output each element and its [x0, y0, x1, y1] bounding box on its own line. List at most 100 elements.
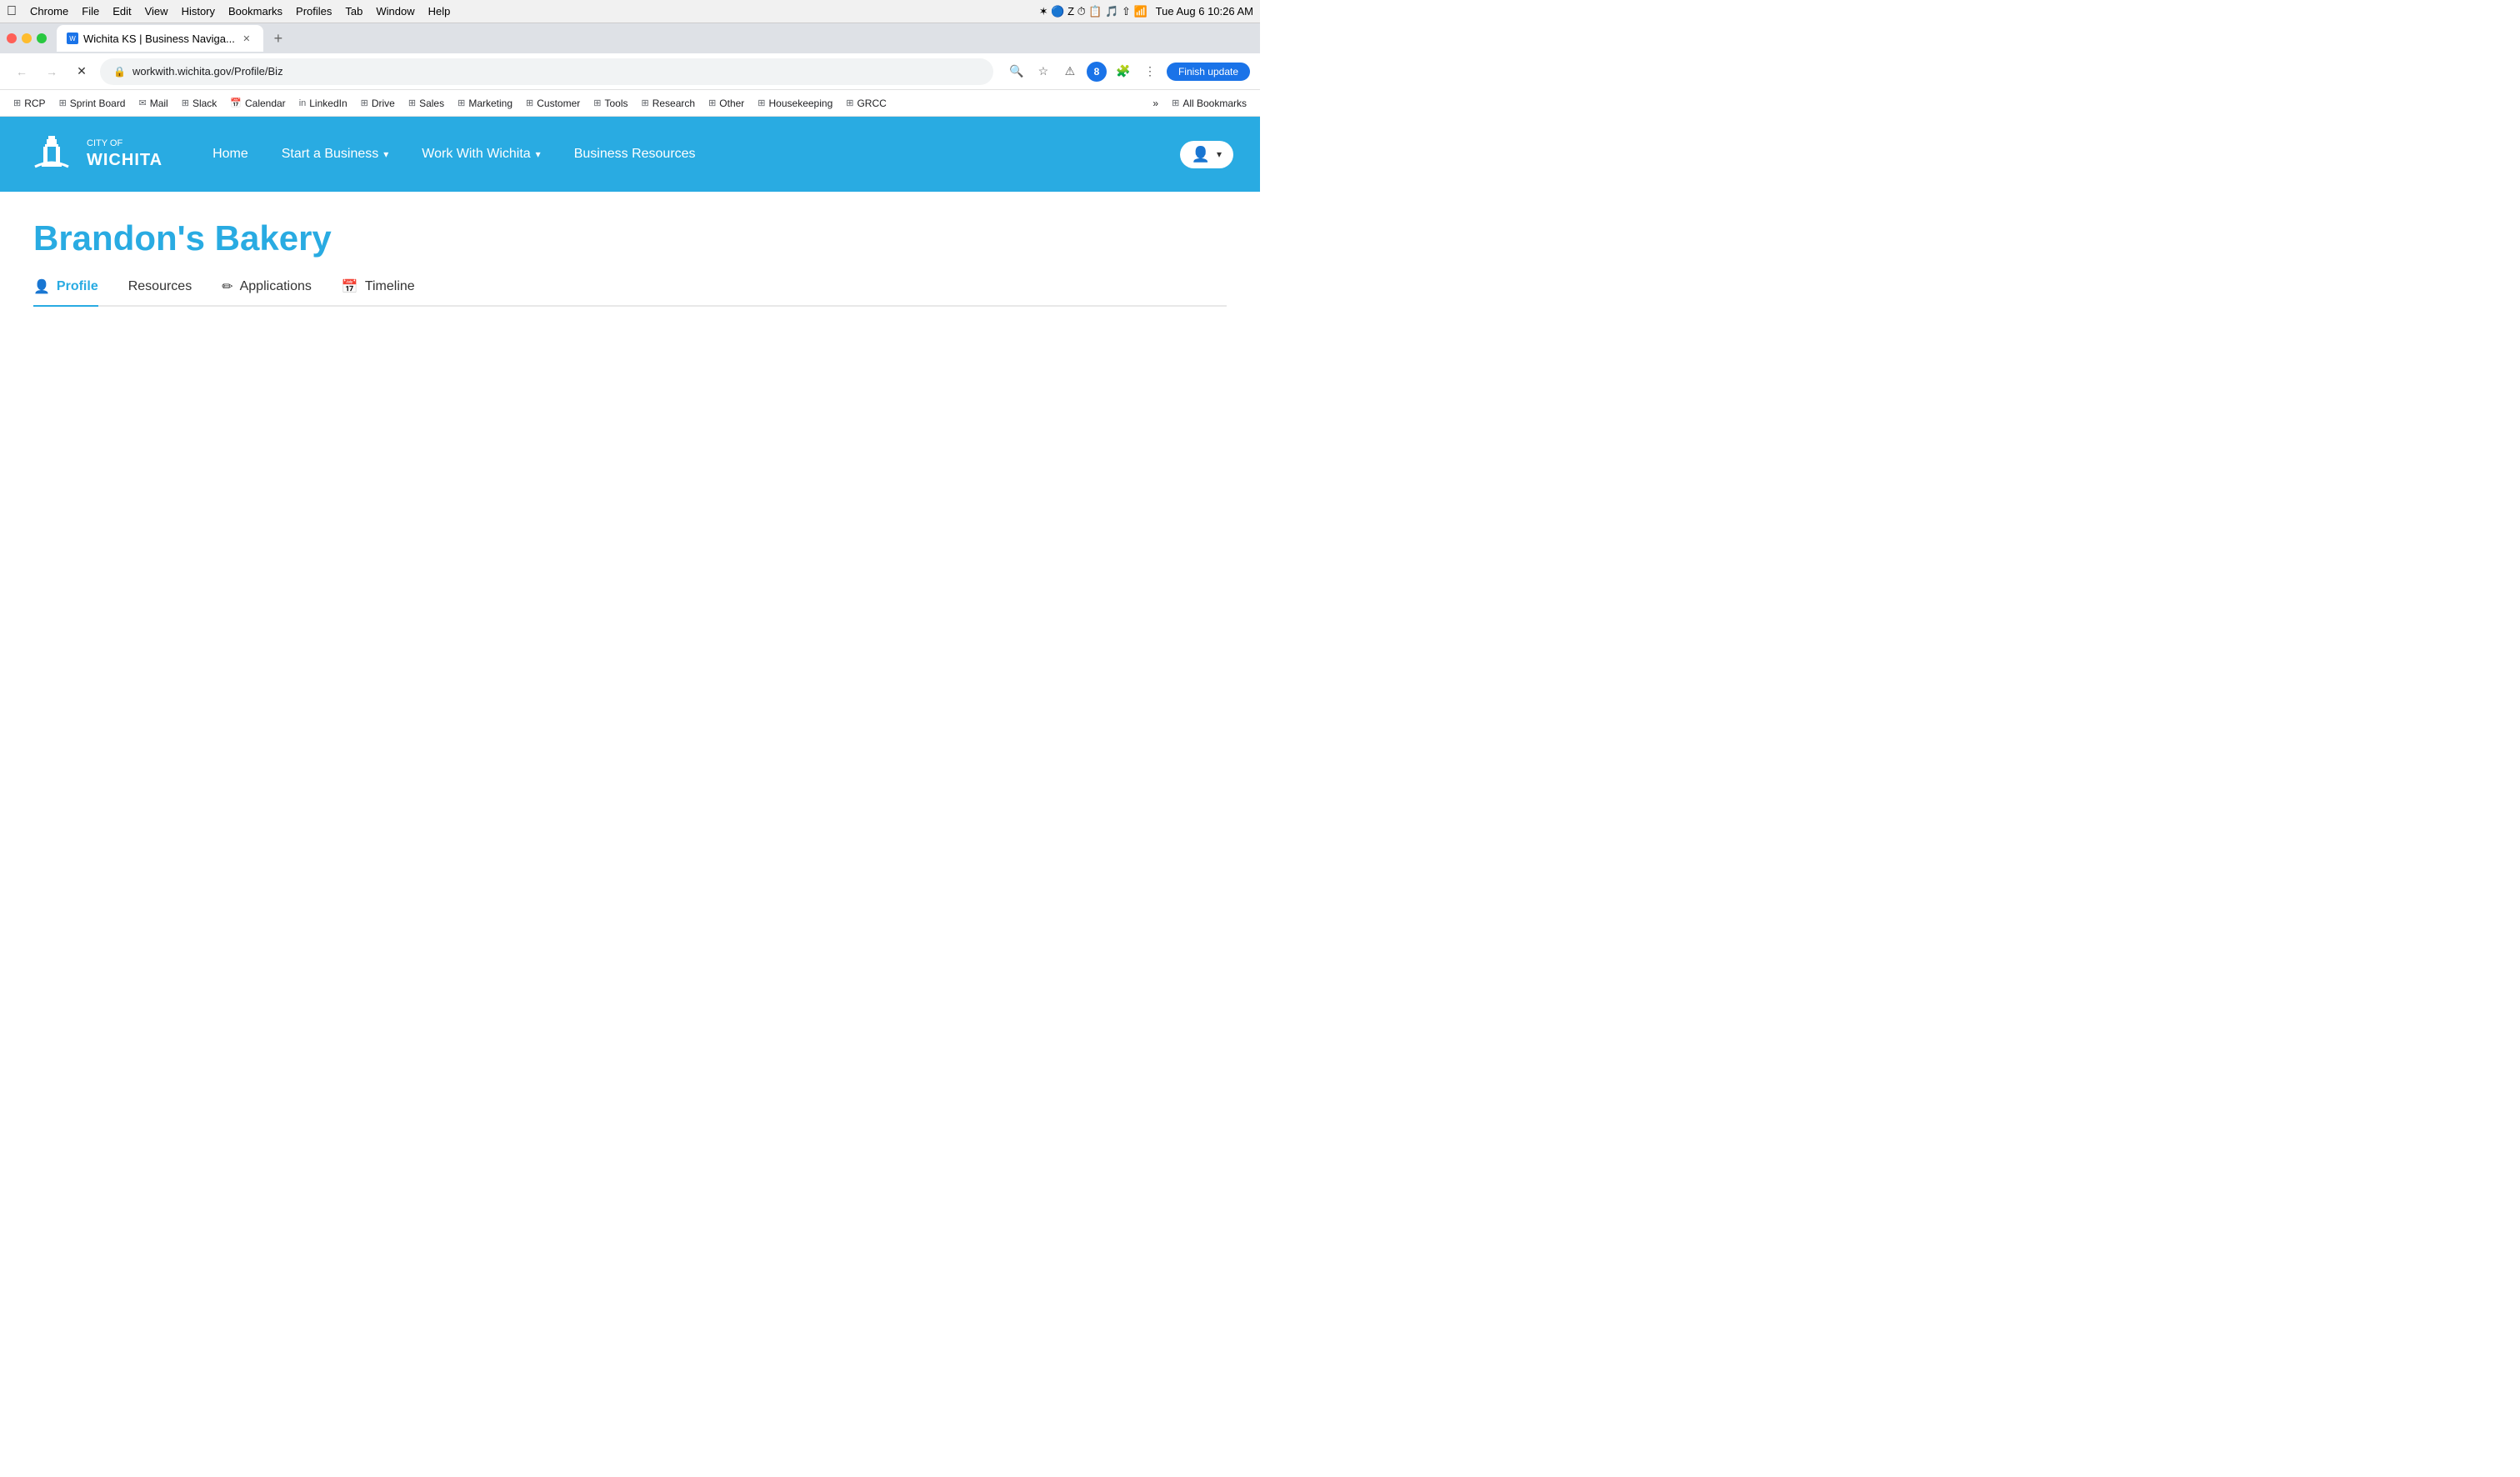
- bookmarks-more-button[interactable]: »: [1148, 93, 1163, 113]
- bookmarks-menu[interactable]: Bookmarks: [228, 5, 282, 18]
- menubar-right: ✶ 🔵 Z ⏱ 📋 🎵 ⇧ 📶 Tue Aug 6 10:26 AM: [1039, 5, 1253, 18]
- bookmark-other[interactable]: ⊞ Other: [703, 93, 749, 113]
- file-menu[interactable]: File: [82, 5, 99, 18]
- lock-icon: 🔒: [113, 66, 126, 78]
- folder-icon: ⊞: [361, 98, 368, 108]
- tab-title: Wichita KS | Business Naviga...: [83, 33, 235, 45]
- reload-button[interactable]: ✕: [70, 60, 93, 83]
- tab-applications[interactable]: ✏ Applications: [222, 278, 312, 307]
- logo-city-label: CITY OF: [87, 138, 122, 148]
- nav-business-resources[interactable]: Business Resources: [574, 147, 696, 162]
- logo-text: CITY OF WICHITA: [87, 138, 162, 169]
- search-icon[interactable]: 🔍: [1007, 62, 1027, 82]
- folder-icon: ⊞: [182, 98, 189, 108]
- bookmark-grcc[interactable]: ⊞ GRCC: [841, 93, 892, 113]
- tab-close-button[interactable]: ✕: [240, 32, 253, 45]
- nav-home-label: Home: [212, 147, 248, 162]
- chevron-down-icon: ▾: [383, 148, 388, 160]
- bookmark-housekeeping[interactable]: ⊞ Housekeeping: [752, 93, 838, 113]
- site-nav: Home Start a Business ▾ Work With Wichit…: [212, 141, 1233, 168]
- bookmark-icon[interactable]: ☆: [1033, 62, 1053, 82]
- folder-icon: ⊞: [846, 98, 853, 108]
- person-icon: 👤: [33, 278, 50, 295]
- tab-resources[interactable]: Resources: [128, 279, 192, 306]
- bookmark-label: Marketing: [468, 98, 512, 109]
- bookmark-label: GRCC: [857, 98, 886, 109]
- window-menu[interactable]: Window: [376, 5, 414, 18]
- nav-work-label: Work With Wichita: [422, 147, 530, 162]
- bookmark-label: All Bookmarks: [1182, 98, 1247, 109]
- profiles-menu[interactable]: Profiles: [296, 5, 332, 18]
- view-menu[interactable]: View: [145, 5, 168, 18]
- more-icon[interactable]: ⋮: [1140, 62, 1160, 82]
- folder-icon: ⊞: [708, 98, 716, 108]
- edit-menu[interactable]: Edit: [112, 5, 131, 18]
- tab-bar: W Wichita KS | Business Naviga... ✕ +: [0, 23, 1260, 53]
- bookmark-all-bookmarks[interactable]: ⊞ All Bookmarks: [1167, 93, 1252, 113]
- bookmark-tools[interactable]: ⊞ Tools: [588, 93, 632, 113]
- tab-timeline[interactable]: 📅 Timeline: [342, 278, 415, 307]
- nav-start-business-label: Start a Business: [282, 147, 379, 162]
- bookmark-label: LinkedIn: [309, 98, 347, 109]
- bookmark-research[interactable]: ⊞ Research: [636, 93, 700, 113]
- bookmark-calendar[interactable]: 📅 Calendar: [225, 93, 290, 113]
- tab-applications-label: Applications: [240, 279, 312, 294]
- folder-icon: 📅: [230, 98, 242, 108]
- close-button[interactable]: [7, 33, 17, 43]
- bookmark-sprint-board[interactable]: ⊞ Sprint Board: [54, 93, 131, 113]
- page-content: Brandon's Bakery 👤 Profile Resources ✏ A…: [0, 192, 1260, 307]
- help-menu[interactable]: Help: [428, 5, 451, 18]
- url-bar[interactable]: 🔒 workwith.wichita.gov/Profile/Biz: [100, 58, 993, 85]
- active-tab[interactable]: W Wichita KS | Business Naviga... ✕: [57, 25, 263, 52]
- nav-business-resources-label: Business Resources: [574, 147, 696, 162]
- maximize-button[interactable]: [37, 33, 47, 43]
- profile-icon[interactable]: 8: [1087, 62, 1107, 82]
- bookmark-marketing[interactable]: ⊞ Marketing: [452, 93, 518, 113]
- bookmark-label: Sales: [419, 98, 444, 109]
- folder-icon: ⊞: [526, 98, 533, 108]
- folder-icon: ✉: [138, 98, 146, 108]
- tab-favicon: W: [67, 33, 78, 44]
- bookmark-label: Other: [719, 98, 744, 109]
- logo[interactable]: CITY OF WICHITA: [27, 129, 162, 179]
- bookmark-slack[interactable]: ⊞ Slack: [177, 93, 222, 113]
- page-tabs: 👤 Profile Resources ✏ Applications 📅 Tim…: [33, 278, 1227, 307]
- tab-menu[interactable]: Tab: [345, 5, 362, 18]
- pencil-icon: ✏: [222, 278, 232, 295]
- finish-update-button[interactable]: Finish update: [1167, 63, 1250, 81]
- minimize-button[interactable]: [22, 33, 32, 43]
- bookmark-rcp[interactable]: ⊞ RCP: [8, 93, 51, 113]
- chrome-menu[interactable]: Chrome: [30, 5, 68, 18]
- bookmark-sales[interactable]: ⊞ Sales: [403, 93, 449, 113]
- window-controls: [7, 33, 47, 43]
- bookmark-label: Customer: [537, 98, 580, 109]
- apple-menu[interactable]: : [7, 4, 17, 19]
- history-menu[interactable]: History: [182, 5, 215, 18]
- bookmark-label: RCP: [24, 98, 45, 109]
- extension-alert-icon[interactable]: ⚠: [1060, 62, 1080, 82]
- nav-home[interactable]: Home: [212, 147, 248, 162]
- calendar-icon: 📅: [342, 278, 358, 295]
- avatar: 8: [1087, 62, 1107, 82]
- bookmark-label: Drive: [372, 98, 395, 109]
- site-header: CITY OF WICHITA Home Start a Business ▾ …: [0, 117, 1260, 192]
- bookmark-mail[interactable]: ✉ Mail: [133, 93, 172, 113]
- menubar:  Chrome File Edit View History Bookmark…: [0, 0, 1260, 23]
- back-button[interactable]: ←: [10, 60, 33, 83]
- nav-work-with-wichita[interactable]: Work With Wichita ▾: [422, 147, 540, 162]
- bookmark-drive[interactable]: ⊞ Drive: [356, 93, 400, 113]
- new-tab-button[interactable]: +: [267, 27, 290, 50]
- folder-icon: in: [299, 98, 307, 108]
- bookmark-label: Tools: [604, 98, 628, 109]
- tab-profile[interactable]: 👤 Profile: [33, 278, 98, 307]
- logo-name-label: WICHITA: [87, 150, 162, 170]
- user-account-button[interactable]: 👤 ▾: [1180, 141, 1233, 168]
- nav-start-business[interactable]: Start a Business ▾: [282, 147, 389, 162]
- folder-icon: ⊞: [408, 98, 416, 108]
- bookmark-customer[interactable]: ⊞ Customer: [521, 93, 585, 113]
- forward-button[interactable]: →: [40, 60, 63, 83]
- user-icon: 👤: [1192, 146, 1210, 163]
- bookmark-linkedin[interactable]: in LinkedIn: [294, 93, 352, 113]
- folder-icon: ⊞: [59, 98, 67, 108]
- extensions-icon[interactable]: 🧩: [1113, 62, 1133, 82]
